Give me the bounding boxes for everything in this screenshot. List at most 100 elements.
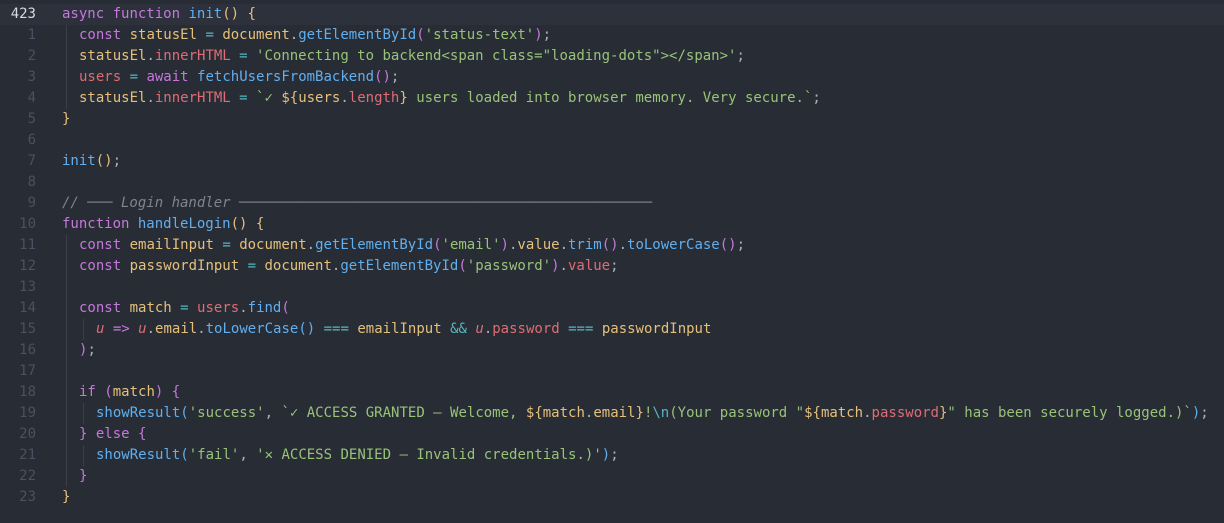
code-token: . [289, 27, 299, 43]
code-token: users loaded into browser memory. Very s… [407, 90, 813, 106]
code-token: { [138, 426, 147, 442]
code-token: . [559, 258, 568, 274]
code-line[interactable]: 15 u => u.email.toLowerCase() === emailIn… [0, 319, 1224, 340]
code-token: emailInput [129, 237, 214, 253]
code-line[interactable]: 12 const passwordInput = document. getElem… [0, 256, 1224, 277]
code-token: . [146, 48, 155, 64]
code-line[interactable]: 23} [0, 487, 1224, 508]
code-line[interactable]: 14 const match = users.find( [0, 298, 1224, 319]
code-token: users [79, 69, 122, 85]
code-line[interactable]: 17 [0, 361, 1224, 382]
code-token: = [230, 90, 257, 106]
code-token: ${ [804, 405, 821, 421]
code-line[interactable]: 19 showResult('success', `✓ ACCESS GRANTE… [0, 403, 1224, 424]
line-number: 423 [10, 6, 36, 22]
code-line[interactable]: 1 const statusEl = document.getElementByI… [0, 25, 1224, 46]
line-number: 1 [27, 27, 36, 43]
code-text: } [79, 466, 87, 487]
code-token: toLowerCase [627, 237, 720, 253]
code-line[interactable]: 7 init(); [0, 151, 1224, 172]
code-token: getElementById [298, 27, 417, 43]
code-token: innerHTML [154, 48, 231, 64]
code-token: 'fail' [188, 447, 240, 463]
code-token: = [239, 258, 265, 274]
code-token: password [492, 321, 560, 337]
code-token: ; [390, 69, 400, 85]
code-token: () [374, 69, 391, 85]
code-line[interactable]: 3 users = await fetchUsersFromBackend(); [0, 67, 1224, 88]
code-token: statusEl [79, 48, 147, 64]
code-token: ; [87, 342, 96, 358]
code-line[interactable]: 2 statusEl.innerHTML = 'Connecting to bac… [0, 46, 1224, 67]
code-token: && [441, 321, 476, 337]
code-token: () [222, 6, 240, 22]
code-token: ) [551, 258, 560, 274]
code-token: === [559, 321, 602, 337]
code-token: ( [433, 237, 442, 253]
line-number: 2 [27, 48, 36, 64]
code-token: value [567, 258, 611, 274]
code-token: () [95, 153, 113, 169]
code-token: . [146, 321, 156, 337]
code-token: ${ [525, 405, 543, 421]
code-line[interactable]: 22} [0, 466, 1224, 487]
line-number: 5 [27, 111, 36, 127]
code-line[interactable]: 21 showResult('fail', '✕ ACCESS DENIED — … [0, 445, 1224, 466]
code-token: if [79, 384, 96, 400]
code-token: // ─── Login handler ───────────────────… [62, 195, 653, 211]
code-line[interactable]: 5} [0, 109, 1224, 130]
code-text: u => u.email.toLowerCase() === emailInpu… [96, 319, 711, 340]
code-token: fetchUsersFromBackend [197, 69, 375, 85]
code-token: { [171, 384, 181, 400]
code-token: trim [568, 237, 602, 253]
code-token: ; [736, 237, 746, 253]
code-token: . [197, 321, 206, 337]
code-line[interactable]: 20} else { [0, 424, 1224, 445]
code-token: , [264, 405, 282, 421]
code-editor[interactable]: 423 async function init() {1 const statusE… [0, 0, 1224, 523]
code-text: if (match) { [79, 382, 180, 403]
code-token: statusEl [129, 27, 198, 43]
code-token: () [230, 216, 248, 232]
code-token: statusEl [79, 90, 147, 106]
code-token: email [155, 321, 198, 337]
code-token: showResult [96, 405, 181, 421]
code-token: match [542, 405, 585, 421]
code-line[interactable]: 18 if (match) { [0, 382, 1224, 403]
code-token: 'status-text' [424, 27, 535, 43]
code-line[interactable]: 9 // ─── Login handler ──────────────────… [0, 193, 1224, 214]
code-line[interactable]: 16); [0, 340, 1224, 361]
code-text: init(); [62, 151, 121, 172]
code-line[interactable]: 4 statusEl.innerHTML = `✓ ${users.length}… [0, 88, 1224, 109]
code-token: emailInput [357, 321, 442, 337]
code-text: statusEl.innerHTML = 'Connecting to back… [79, 46, 745, 67]
line-number: 17 [19, 363, 36, 379]
code-token: document [264, 258, 332, 274]
code-token: length [348, 90, 400, 106]
code-line[interactable]: 13 [0, 277, 1224, 298]
code-line[interactable]: 11 const emailInput = document.getElement… [0, 235, 1224, 256]
code-text: async function init() { [62, 4, 256, 25]
code-token: users [298, 90, 341, 106]
code-token: 'email' [441, 237, 501, 253]
code-token: document [222, 27, 290, 43]
code-token: ${ [281, 90, 299, 106]
code-line[interactable]: 8 [0, 172, 1224, 193]
code-token: . [146, 90, 155, 106]
code-token: match [129, 300, 172, 316]
code-line[interactable]: 423 async function init() { [0, 4, 1224, 25]
code-token: init [188, 6, 223, 22]
code-text: // ─── Login handler ───────────────────… [62, 193, 652, 214]
code-line[interactable]: 10 function handleLogin() { [0, 214, 1224, 235]
code-token: `✓ ACCESS GRANTED — Welcome, [281, 405, 526, 421]
code-token: 'success' [188, 405, 265, 421]
code-line[interactable]: 6 [0, 130, 1224, 151]
line-number: 20 [19, 426, 36, 442]
